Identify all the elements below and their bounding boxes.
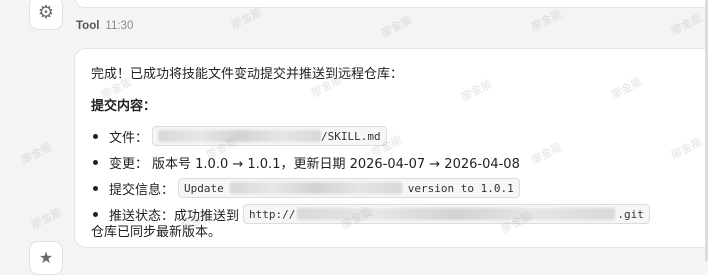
redacted-text bbox=[297, 208, 616, 220]
remote-url-code: http:// .git bbox=[243, 204, 650, 224]
bullet bbox=[93, 186, 98, 191]
bullet bbox=[93, 212, 98, 217]
watermark: 廖金能 bbox=[29, 204, 65, 232]
message-bubble: 完成！已成功将技能文件变动提交并推送到远程仓库： 提交内容： 文件： /SKIL… bbox=[74, 48, 708, 248]
bullet bbox=[93, 134, 98, 139]
watermark: 廖金能 bbox=[19, 139, 55, 167]
detail-label: 变更： bbox=[109, 156, 149, 172]
watermark: 廖金能 bbox=[529, 6, 565, 34]
previous-message-card bbox=[74, 0, 708, 8]
commit-heading: 提交内容： bbox=[91, 99, 157, 114]
watermark: 廖金能 bbox=[379, 12, 415, 40]
assistant-avatar[interactable]: ★ bbox=[29, 241, 63, 275]
change-text: 版本号 1.0.0 → 1.0.1，更新日期 2026-04-07 → 2026… bbox=[152, 156, 520, 172]
gear-icon: ⚙ bbox=[37, 2, 55, 23]
commit-message-code: Update version to 1.0.1 bbox=[178, 178, 520, 198]
redacted-text bbox=[229, 182, 402, 194]
detail-commit-message: 提交信息： Update version to 1.0.1 bbox=[91, 175, 650, 201]
detail-label: 提交信息： bbox=[109, 182, 175, 198]
file-path-suffix: /SKILL.md bbox=[321, 129, 381, 143]
message-summary: 完成！已成功将技能文件变动提交并推送到远程仓库： bbox=[91, 67, 404, 82]
detail-change: 变更： 版本号 1.0.0 → 1.0.1，更新日期 2026-04-07 → … bbox=[91, 149, 650, 175]
detail-file: 文件： /SKILL.md bbox=[91, 123, 650, 149]
sender-name: Tool bbox=[76, 20, 100, 32]
remote-url-suffix: .git bbox=[617, 207, 644, 221]
redacted-text bbox=[158, 130, 322, 142]
commit-details: 文件： /SKILL.md 变更： 版本号 1.0.0 → 1.0.1，更新日期… bbox=[91, 123, 650, 227]
sync-status-text: 仓库已同步最新版本。 bbox=[91, 225, 222, 240]
file-path-code: /SKILL.md bbox=[152, 126, 387, 146]
commit-message-suffix: version to 1.0.1 bbox=[407, 181, 514, 195]
remote-url-prefix: http:// bbox=[249, 207, 296, 221]
commit-message-prefix: Update bbox=[184, 181, 224, 195]
tool-avatar[interactable]: ⚙ bbox=[29, 0, 63, 30]
bullet bbox=[93, 160, 98, 165]
message-meta: Tool 11:30 bbox=[76, 18, 133, 32]
watermark: 廖金能 bbox=[669, 10, 705, 38]
detail-label: 文件： bbox=[109, 130, 149, 146]
message-time: 11:30 bbox=[105, 20, 134, 32]
star-icon: ★ bbox=[38, 248, 54, 267]
